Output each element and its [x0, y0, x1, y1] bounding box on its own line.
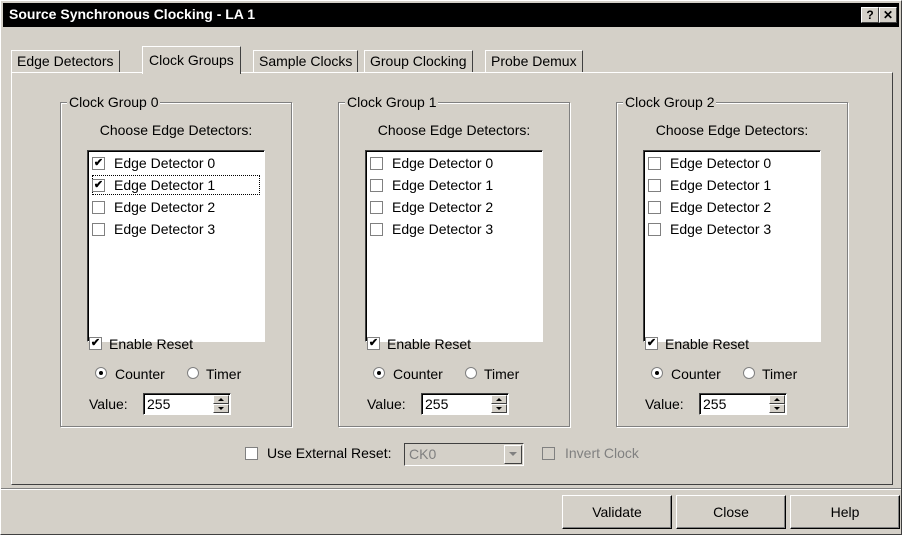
- checkbox-checked-icon[interactable]: ✔: [89, 337, 102, 350]
- counter-radio[interactable]: [373, 367, 385, 379]
- checkbox-checked-icon[interactable]: ✔: [367, 337, 380, 350]
- separator: [1, 489, 901, 490]
- timer-label: Timer: [762, 366, 798, 382]
- checkbox-icon[interactable]: [92, 223, 105, 236]
- timer-label: Timer: [484, 366, 520, 382]
- checkbox-icon[interactable]: [648, 223, 661, 236]
- external-reset-select[interactable]: CK0: [404, 443, 524, 466]
- close-icon[interactable]: ✕: [879, 7, 897, 23]
- checkbox-icon[interactable]: [370, 157, 383, 170]
- clock-group-1: Clock Group 1 Choose Edge Detectors: Edg…: [338, 94, 570, 427]
- checkbox-icon[interactable]: [648, 157, 661, 170]
- invert-clock-checkbox[interactable]: [542, 447, 555, 460]
- spin-up-icon[interactable]: [491, 395, 507, 404]
- timer-radio[interactable]: [465, 367, 477, 379]
- tab-sample-clocks[interactable]: Sample Clocks: [253, 50, 359, 72]
- group-title: Clock Group 2: [623, 94, 717, 110]
- group-title: Clock Group 1: [345, 94, 439, 110]
- list-item[interactable]: Edge Detector 2: [92, 197, 260, 217]
- choose-edge-detectors-label: Choose Edge Detectors:: [377, 122, 531, 138]
- validate-button[interactable]: Validate: [562, 495, 672, 529]
- list-item[interactable]: Edge Detector 2: [648, 197, 816, 217]
- choose-edge-detectors-label: Choose Edge Detectors:: [99, 122, 253, 138]
- value-spinner[interactable]: [213, 395, 229, 413]
- list-item[interactable]: Edge Detector 3: [370, 219, 538, 239]
- use-external-reset-label: Use External Reset:: [267, 445, 392, 461]
- checkbox-icon[interactable]: [370, 179, 383, 192]
- checkbox-icon[interactable]: [648, 201, 661, 214]
- edge-detector-list[interactable]: Edge Detector 0 Edge Detector 1 Edge Det…: [365, 150, 543, 342]
- spin-down-icon[interactable]: [491, 404, 507, 413]
- clock-group-2: Clock Group 2 Choose Edge Detectors: Edg…: [616, 94, 848, 427]
- choose-edge-detectors-label: Choose Edge Detectors:: [655, 122, 809, 138]
- checkbox-icon[interactable]: [370, 201, 383, 214]
- timer-label: Timer: [206, 366, 242, 382]
- list-item[interactable]: Edge Detector 1: [370, 175, 538, 195]
- value-label: Value:: [645, 396, 684, 412]
- timer-radio[interactable]: [187, 367, 199, 379]
- edge-detector-list[interactable]: Edge Detector 0 Edge Detector 1 Edge Det…: [643, 150, 821, 342]
- list-item[interactable]: ✔ Edge Detector 1: [92, 175, 260, 195]
- checkbox-checked-icon[interactable]: ✔: [92, 179, 105, 192]
- value-label: Value:: [367, 396, 406, 412]
- checkbox-checked-icon[interactable]: ✔: [92, 157, 105, 170]
- dialog-window: Source Synchronous Clocking - LA 1 ? ✕ E…: [0, 0, 902, 535]
- list-item[interactable]: Edge Detector 3: [648, 219, 816, 239]
- counter-label: Counter: [115, 366, 165, 382]
- list-item[interactable]: ✔ Edge Detector 0: [92, 153, 260, 173]
- spin-down-icon[interactable]: [213, 404, 229, 413]
- counter-label: Counter: [393, 366, 443, 382]
- tab-edge-detectors[interactable]: Edge Detectors: [11, 50, 120, 72]
- tab-group-clocking[interactable]: Group Clocking: [364, 50, 473, 72]
- group-title: Clock Group 0: [67, 94, 161, 110]
- value-spinner[interactable]: [769, 395, 785, 413]
- list-item[interactable]: Edge Detector 0: [370, 153, 538, 173]
- help-icon[interactable]: ?: [861, 7, 879, 23]
- checkbox-checked-icon[interactable]: ✔: [645, 337, 658, 350]
- counter-radio[interactable]: [651, 367, 663, 379]
- checkbox-icon[interactable]: [370, 223, 383, 236]
- clock-group-0: Clock Group 0 Choose Edge Detectors: ✔ E…: [60, 94, 292, 427]
- timer-radio[interactable]: [743, 367, 755, 379]
- close-button[interactable]: Close: [676, 495, 786, 529]
- edge-detector-list[interactable]: ✔ Edge Detector 0 ✔ Edge Detector 1 Edge…: [87, 150, 265, 342]
- use-external-reset-checkbox[interactable]: [245, 447, 258, 460]
- invert-clock-label: Invert Clock: [565, 445, 639, 461]
- external-reset-value: CK0: [409, 446, 437, 462]
- spin-up-icon[interactable]: [769, 395, 785, 404]
- spin-down-icon[interactable]: [769, 404, 785, 413]
- list-item[interactable]: Edge Detector 2: [370, 197, 538, 217]
- title-bar: Source Synchronous Clocking - LA 1 ? ✕: [3, 3, 899, 27]
- checkbox-icon[interactable]: [92, 201, 105, 214]
- tab-clock-groups[interactable]: Clock Groups: [142, 46, 241, 74]
- checkbox-icon[interactable]: [648, 179, 661, 192]
- list-item[interactable]: Edge Detector 0: [648, 153, 816, 173]
- value-label: Value:: [89, 396, 128, 412]
- counter-label: Counter: [671, 366, 721, 382]
- list-item[interactable]: Edge Detector 1: [648, 175, 816, 195]
- spin-up-icon[interactable]: [213, 395, 229, 404]
- value-spinner[interactable]: [491, 395, 507, 413]
- chevron-down-icon[interactable]: [504, 445, 522, 464]
- counter-radio[interactable]: [95, 367, 107, 379]
- help-button[interactable]: Help: [790, 495, 900, 529]
- list-item[interactable]: Edge Detector 3: [92, 219, 260, 239]
- window-title: Source Synchronous Clocking - LA 1: [9, 6, 256, 22]
- tab-probe-demux[interactable]: Probe Demux: [485, 50, 583, 72]
